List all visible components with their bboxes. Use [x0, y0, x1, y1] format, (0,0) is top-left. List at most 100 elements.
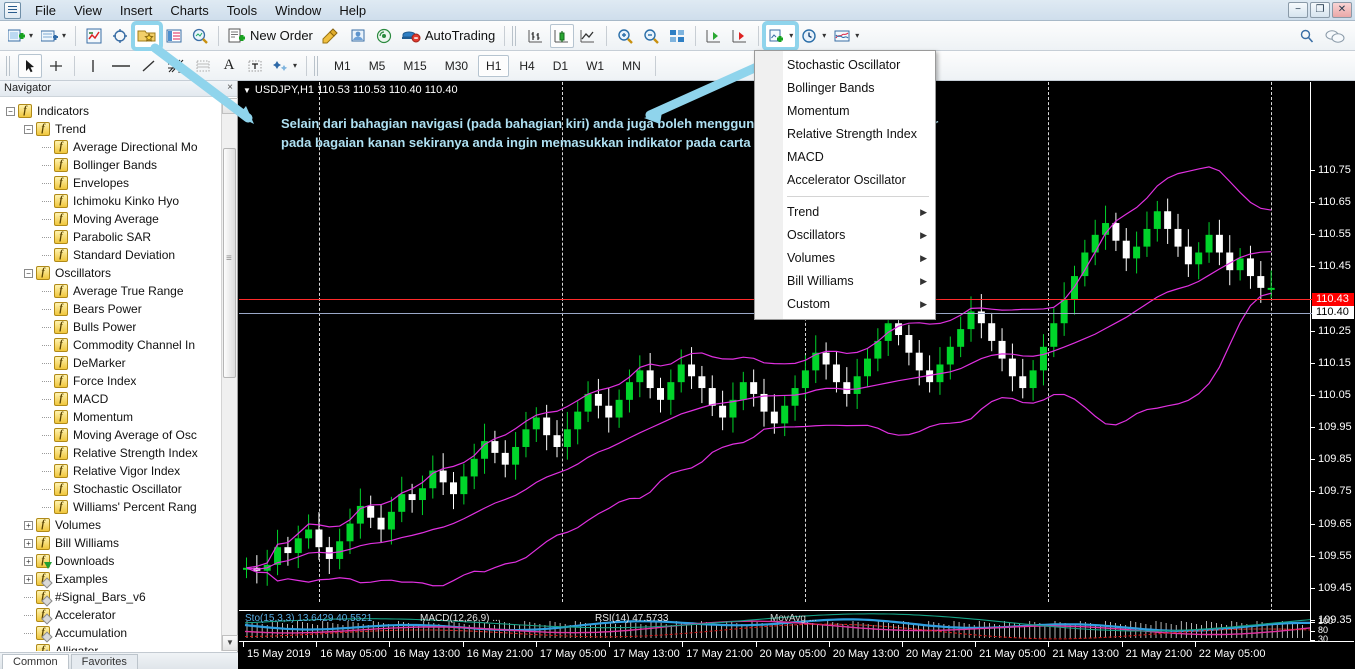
navigator-item[interactable]: f MACD: [0, 390, 222, 408]
horizontal-line-tool[interactable]: [107, 54, 135, 78]
navigator-item[interactable]: + f Examples: [0, 570, 222, 588]
vertical-line-tool[interactable]: [81, 54, 105, 78]
navigator-item[interactable]: − f Trend: [0, 120, 222, 138]
navigator-item[interactable]: f Stochastic Oscillator: [0, 480, 222, 498]
toolbar-grip[interactable]: [512, 25, 519, 46]
expand-icon[interactable]: +: [24, 520, 33, 530]
terminal-button[interactable]: [162, 24, 186, 48]
time-axis[interactable]: 15 May 2019 16 May 05:00 16 May 13:00 16 Ma…: [239, 641, 1354, 668]
new-chart-button[interactable]: ▾: [5, 24, 36, 48]
navigator-item[interactable]: + f Volumes: [0, 516, 222, 534]
expand-icon[interactable]: +: [24, 538, 33, 548]
timeframe-mn[interactable]: MN: [614, 55, 649, 77]
timeframe-h4[interactable]: H4: [511, 55, 542, 77]
navigator-item[interactable]: f Alligator: [0, 642, 222, 651]
navigator-item[interactable]: f Momentum: [0, 408, 222, 426]
navigator-item[interactable]: − f Oscillators: [0, 264, 222, 282]
shapes-tool[interactable]: ▾: [269, 54, 300, 78]
menu-item[interactable]: Accelerator Oscillator: [755, 169, 935, 192]
navigator-item[interactable]: f DeMarker: [0, 354, 222, 372]
navigator-item[interactable]: f Moving Average: [0, 210, 222, 228]
data-window-button[interactable]: [108, 24, 132, 48]
autotrading-button[interactable]: AutoTrading: [398, 24, 498, 48]
triangle-down-icon[interactable]: ▼: [243, 86, 251, 95]
collapse-icon[interactable]: −: [6, 106, 15, 116]
navigator-item[interactable]: f Parabolic SAR: [0, 228, 222, 246]
navigator-item[interactable]: f Bulls Power: [0, 318, 222, 336]
close-icon[interactable]: ×: [227, 82, 233, 93]
indicators-list-button[interactable]: ▾: [762, 20, 800, 51]
fibonacci-tool[interactable]: [191, 54, 215, 78]
chat-icon[interactable]: [1321, 24, 1349, 48]
cursor-tool[interactable]: [18, 53, 42, 78]
expert-advisors-button[interactable]: [346, 24, 370, 48]
collapse-icon[interactable]: −: [24, 268, 33, 278]
text-tool[interactable]: A: [217, 54, 241, 78]
timeframe-h1[interactable]: H1: [478, 54, 510, 77]
new-order-button[interactable]: New Order: [225, 24, 316, 48]
menu-window[interactable]: Window: [266, 0, 330, 21]
menu-item[interactable]: Bill Williams ▶: [755, 270, 935, 293]
chart-shift-button[interactable]: [728, 24, 752, 48]
toolbar-grip[interactable]: [314, 55, 321, 76]
toolbar-grip[interactable]: [6, 55, 12, 76]
candlestick-chart-button[interactable]: [550, 23, 575, 48]
navigator-item[interactable]: f Bears Power: [0, 300, 222, 318]
menu-item[interactable]: Momentum: [755, 100, 935, 123]
navigator-item[interactable]: f Relative Vigor Index: [0, 462, 222, 480]
indicator-dropdown-menu[interactable]: Stochastic Oscillator Bollinger Bands Mome…: [754, 50, 936, 320]
navigator-item[interactable]: f Force Index: [0, 372, 222, 390]
navigator-scrollbar[interactable]: ▲ ▼: [221, 98, 238, 651]
navigator-item[interactable]: f #Signal_Bars_v6: [0, 588, 222, 606]
line-chart-button[interactable]: [576, 24, 600, 48]
timeframe-d1[interactable]: D1: [545, 55, 576, 77]
tab-common[interactable]: Common: [2, 654, 69, 669]
menu-item[interactable]: Custom ▶: [755, 293, 935, 316]
search-icon[interactable]: [1295, 24, 1319, 48]
zoom-in-button[interactable]: [613, 24, 637, 48]
signals-button[interactable]: [372, 24, 396, 48]
scroll-up-arrow-icon[interactable]: ▲: [222, 98, 238, 114]
navigator-item[interactable]: f Commodity Channel In: [0, 336, 222, 354]
equidistant-channel-tool[interactable]: E: [163, 54, 189, 78]
menu-item[interactable]: MACD: [755, 146, 935, 169]
chevron-down-icon[interactable]: ▾: [293, 61, 297, 70]
timeframe-m15[interactable]: M15: [395, 55, 434, 77]
tab-favorites[interactable]: Favorites: [70, 654, 138, 669]
timeframe-m5[interactable]: M5: [361, 55, 394, 77]
metaeditor-button[interactable]: [318, 24, 344, 48]
price-axis[interactable]: 110.75110.65110.55110.45110.35110.25110.…: [1310, 82, 1354, 668]
navigator-item[interactable]: f Bollinger Bands: [0, 156, 222, 174]
timeframe-m30[interactable]: M30: [437, 55, 476, 77]
menu-charts[interactable]: Charts: [161, 0, 217, 21]
navigator-item[interactable]: f Average True Range: [0, 282, 222, 300]
bar-chart-button[interactable]: [524, 24, 548, 48]
zoom-out-button[interactable]: [639, 24, 663, 48]
text-label-tool[interactable]: [243, 54, 267, 78]
navigator-item[interactable]: f Williams' Percent Rang: [0, 498, 222, 516]
menu-item[interactable]: Relative Strength Index: [755, 123, 935, 146]
menu-item[interactable]: Oscillators ▶: [755, 224, 935, 247]
trendline-tool[interactable]: [137, 54, 161, 78]
menu-item[interactable]: Volumes ▶: [755, 247, 935, 270]
navigator-button[interactable]: [131, 20, 164, 51]
chevron-down-icon[interactable]: ▾: [62, 31, 66, 40]
collapse-icon[interactable]: −: [24, 124, 33, 134]
menu-file[interactable]: File: [26, 0, 65, 21]
indicator-subwindow[interactable]: Sto(15,3,3) 13.6429 40.5521 MACD(12,26,9)…: [239, 610, 1312, 643]
navigator-item[interactable]: − f Indicators: [0, 102, 222, 120]
templates-button[interactable]: ▾: [831, 24, 862, 48]
chevron-down-icon[interactable]: ▾: [29, 31, 33, 40]
market-watch-button[interactable]: [82, 24, 106, 48]
navigator-item[interactable]: f Moving Average of Osc: [0, 426, 222, 444]
menu-item[interactable]: Stochastic Oscillator: [755, 54, 935, 77]
expand-icon[interactable]: +: [24, 574, 33, 584]
navigator-tree[interactable]: − f Indicators − f Trend f Average Directional …: [0, 98, 222, 651]
expand-icon[interactable]: +: [24, 556, 33, 566]
chevron-down-icon[interactable]: ▾: [855, 31, 859, 40]
chevron-down-icon[interactable]: ▾: [789, 31, 793, 40]
auto-scroll-button[interactable]: [702, 24, 726, 48]
restore-button[interactable]: ❐: [1310, 2, 1330, 18]
scrollbar-thumb[interactable]: [223, 148, 236, 378]
navigator-item[interactable]: f Accumulation: [0, 624, 222, 642]
